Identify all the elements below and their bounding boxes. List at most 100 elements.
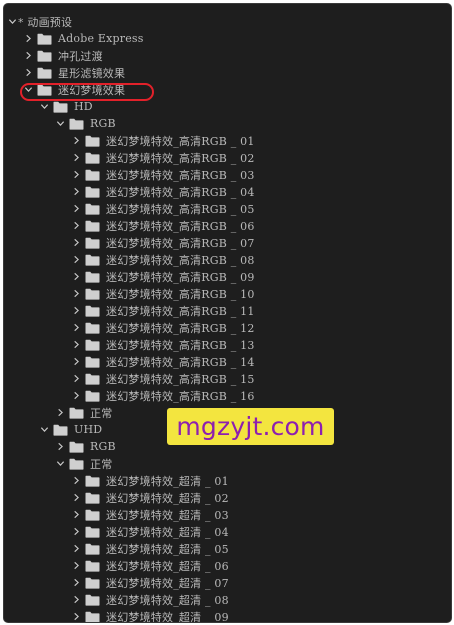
tree-item[interactable]: 迷幻梦境特效_超清 _ 06: [71, 557, 451, 574]
chevron-right-icon[interactable]: [71, 238, 81, 248]
chevron-right-icon[interactable]: [71, 204, 81, 214]
tree-item[interactable]: 迷幻梦境特效_高清RGB _ 09: [71, 268, 451, 285]
tree-item[interactable]: 迷幻梦境特效_高清RGB _ 16: [71, 387, 451, 404]
tree-item[interactable]: Adobe Express: [23, 30, 451, 47]
tree-item[interactable]: 迷幻梦境特效_高清RGB _ 14: [71, 353, 451, 370]
chevron-right-icon[interactable]: [71, 476, 81, 486]
chevron-down-icon[interactable]: [39, 425, 49, 435]
tree-item[interactable]: 迷幻梦境特效_超清 _ 05: [71, 540, 451, 557]
chevron-right-icon[interactable]: [71, 306, 81, 316]
tree-item[interactable]: 迷幻梦境特效_高清RGB _ 15: [71, 370, 451, 387]
tree-item-label: 迷幻梦境特效_超清 _ 01: [106, 474, 229, 488]
chevron-right-icon[interactable]: [71, 255, 81, 265]
folder-icon: [85, 135, 100, 147]
tree-item-label: 迷幻梦境特效_高清RGB _ 03: [106, 168, 255, 182]
folder-icon: [85, 509, 100, 521]
folder-icon: [85, 577, 100, 589]
tree-item-label: 迷幻梦境特效_高清RGB _ 09: [106, 270, 255, 284]
tree-item-label: 迷幻梦境特效_超清 _ 06: [106, 559, 229, 573]
folder-icon: [53, 424, 68, 436]
tree-item-label: 迷幻梦境特效_高清RGB _ 05: [106, 202, 255, 216]
tree-item[interactable]: 迷幻梦境特效_高清RGB _ 13: [71, 336, 451, 353]
tree-item[interactable]: 迷幻梦境特效_高清RGB _ 10: [71, 285, 451, 302]
chevron-right-icon[interactable]: [71, 170, 81, 180]
folder-icon: [37, 33, 52, 45]
tree-item[interactable]: 迷幻梦境特效_超清 _ 01: [71, 472, 451, 489]
tree-item[interactable]: 迷幻梦境特效_超清 _ 08: [71, 591, 451, 608]
tree-item[interactable]: 迷幻梦境特效_高清RGB _ 06: [71, 217, 451, 234]
tree-item[interactable]: 迷幻梦境特效_超清 _ 07: [71, 574, 451, 591]
chevron-right-icon[interactable]: [71, 561, 81, 571]
chevron-right-icon[interactable]: [71, 136, 81, 146]
chevron-right-icon[interactable]: [71, 374, 81, 384]
chevron-down-icon[interactable]: [7, 17, 17, 27]
tree-item-label: 冲孔过渡: [58, 49, 103, 63]
tree-item-label: 正常: [90, 457, 113, 471]
chevron-right-icon[interactable]: [71, 578, 81, 588]
folder-icon: [85, 339, 100, 351]
tree-item[interactable]: 迷幻梦境特效_高清RGB _ 01: [71, 132, 451, 149]
folder-icon: [85, 611, 100, 622]
chevron-right-icon[interactable]: [71, 544, 81, 554]
chevron-right-icon[interactable]: [71, 510, 81, 520]
tree-item[interactable]: 迷幻梦境特效_超清 _ 02: [71, 489, 451, 506]
chevron-right-icon[interactable]: [71, 527, 81, 537]
chevron-right-icon[interactable]: [23, 51, 33, 61]
chevron-right-icon[interactable]: [71, 357, 81, 367]
tree-item[interactable]: RGB: [55, 115, 451, 132]
tree-item-label: 迷幻梦境特效_超清 _ 05: [106, 542, 229, 556]
tree-item-label: 迷幻梦境特效_高清RGB _ 14: [106, 355, 255, 369]
tree-item-label: 迷幻梦境特效_高清RGB _ 11: [106, 304, 255, 318]
chevron-right-icon[interactable]: [71, 340, 81, 350]
tree-item[interactable]: 迷幻梦境特效_高清RGB _ 12: [71, 319, 451, 336]
folder-icon: [85, 543, 100, 555]
chevron-right-icon[interactable]: [71, 153, 81, 163]
chevron-down-icon[interactable]: [39, 102, 49, 112]
tree-item-label: 迷幻梦境特效_高清RGB _ 16: [106, 389, 255, 403]
tree-item-label: UHD: [74, 423, 103, 436]
tree-item[interactable]: 星形滤镜效果: [23, 64, 451, 81]
chevron-right-icon[interactable]: [55, 408, 65, 418]
watermark-text: mgzyjt.com: [176, 412, 325, 441]
folder-icon: [85, 560, 100, 572]
tree-item[interactable]: 冲孔过渡: [23, 47, 451, 64]
chevron-right-icon[interactable]: [71, 272, 81, 282]
chevron-right-icon[interactable]: [71, 289, 81, 299]
tree-root-label: * 动画预设: [18, 15, 73, 29]
tree-item[interactable]: 迷幻梦境特效_高清RGB _ 07: [71, 234, 451, 251]
tree-item[interactable]: 迷幻梦境特效_超清 _ 09: [71, 608, 451, 622]
tree-item[interactable]: 正常: [55, 455, 451, 472]
tree-item-label: 迷幻梦境特效_高清RGB _ 15: [106, 372, 255, 386]
tree-item[interactable]: 迷幻梦境特效_高清RGB _ 03: [71, 166, 451, 183]
tree-item[interactable]: 迷幻梦境特效_高清RGB _ 04: [71, 183, 451, 200]
chevron-right-icon[interactable]: [23, 34, 33, 44]
tree-item-label: 迷幻梦境特效_高清RGB _ 06: [106, 219, 255, 233]
chevron-down-icon[interactable]: [55, 119, 65, 129]
tree-item[interactable]: 迷幻梦境特效_高清RGB _ 11: [71, 302, 451, 319]
folder-icon: [69, 458, 84, 470]
tree-item-label: 迷幻梦境特效_高清RGB _ 12: [106, 321, 255, 335]
folder-icon: [85, 271, 100, 283]
chevron-right-icon[interactable]: [71, 612, 81, 622]
folder-icon: [85, 203, 100, 215]
tree-item[interactable]: 迷幻梦境特效_高清RGB _ 02: [71, 149, 451, 166]
chevron-right-icon[interactable]: [55, 442, 65, 452]
chevron-right-icon[interactable]: [71, 595, 81, 605]
tree-item[interactable]: 迷幻梦境特效_高清RGB _ 08: [71, 251, 451, 268]
tree-item[interactable]: 迷幻梦境特效_超清 _ 04: [71, 523, 451, 540]
tree-item[interactable]: 迷幻梦境特效_高清RGB _ 05: [71, 200, 451, 217]
folder-icon: [85, 305, 100, 317]
chevron-right-icon[interactable]: [71, 187, 81, 197]
tree-item-label: 迷幻梦境特效_超清 _ 07: [106, 576, 229, 590]
tree-root-animation-presets[interactable]: * 动画预设: [7, 13, 447, 30]
chevron-right-icon[interactable]: [71, 391, 81, 401]
chevron-right-icon[interactable]: [71, 221, 81, 231]
chevron-right-icon[interactable]: [23, 68, 33, 78]
chevron-right-icon[interactable]: [71, 493, 81, 503]
chevron-right-icon[interactable]: [71, 323, 81, 333]
tree-item-label: 星形滤镜效果: [58, 66, 126, 80]
chevron-down-icon[interactable]: [55, 459, 65, 469]
tree-item-label: 迷幻梦境特效_高清RGB _ 10: [106, 287, 255, 301]
tree-item-label: 迷幻梦境特效_高清RGB _ 13: [106, 338, 255, 352]
tree-item[interactable]: 迷幻梦境特效_超清 _ 03: [71, 506, 451, 523]
